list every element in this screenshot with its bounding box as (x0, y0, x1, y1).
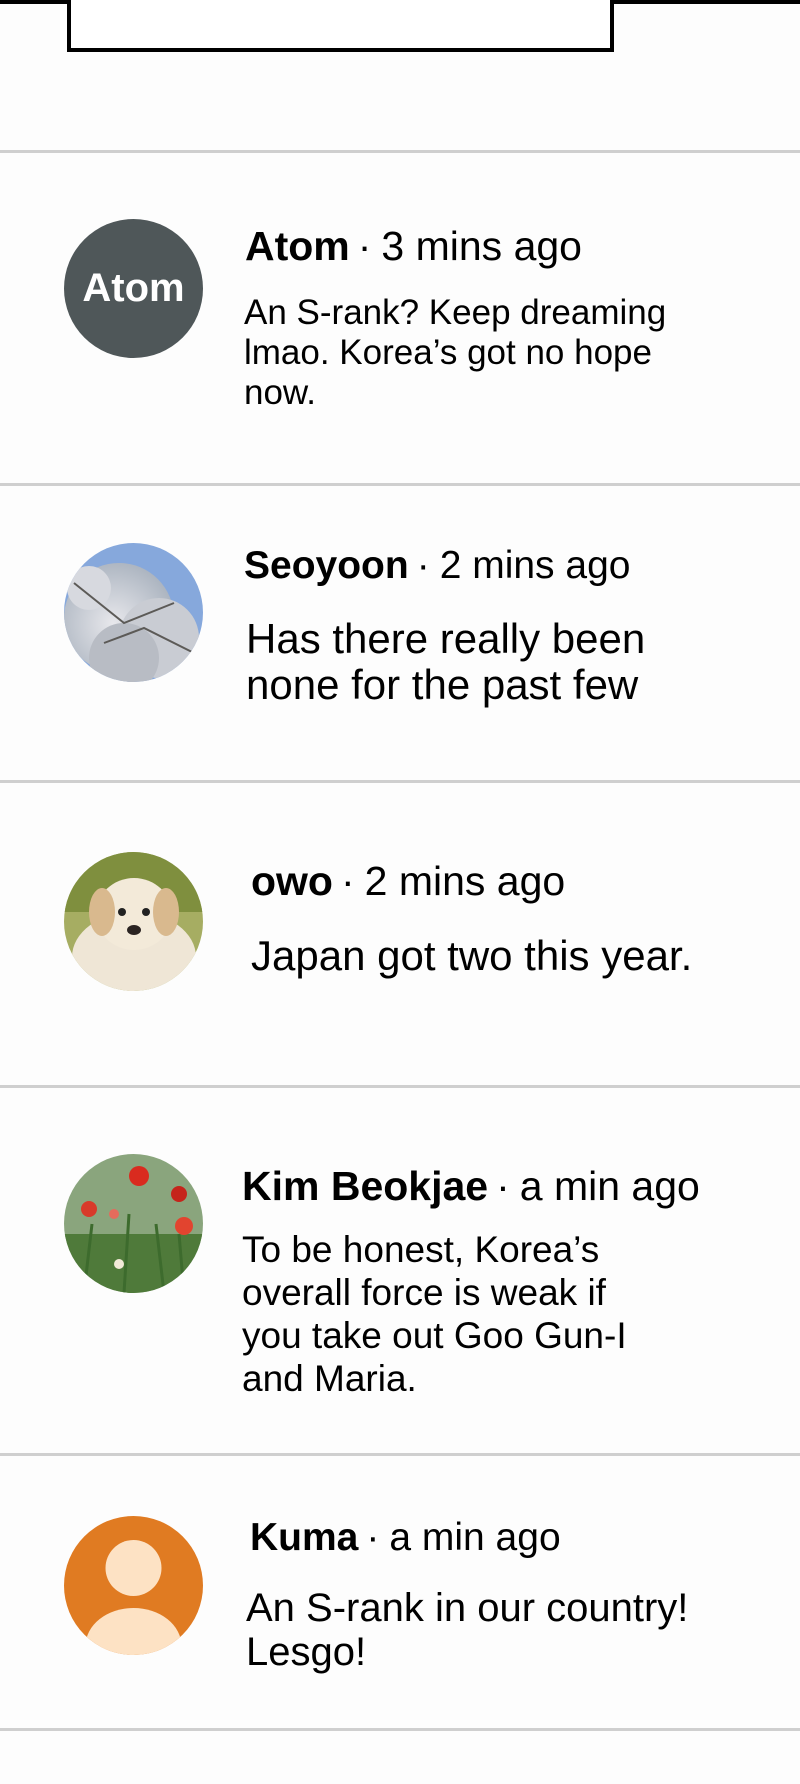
puppy-avatar[interactable] (64, 852, 203, 991)
comment-text: Has there really been none for the past … (246, 615, 646, 708)
panel-border-left (0, 0, 68, 4)
author-name[interactable]: Seoyoon (244, 544, 409, 587)
cherry-blossom-avatar[interactable] (64, 543, 203, 682)
comment-time: 3 mins ago (381, 223, 582, 269)
divider (0, 1728, 800, 1731)
red-flowers-photo-icon (64, 1154, 203, 1293)
comment-meta: Kuma · a min ago (250, 1516, 561, 1560)
cherry-blossom-photo-icon (64, 543, 203, 682)
meta-separator: · (366, 1516, 380, 1559)
comment-item: owo · 2 mins ago Japan got two this year. (0, 783, 800, 1085)
speech-panel-box (67, 0, 614, 52)
default-user-icon (85, 1540, 182, 1655)
comment-text: To be honest, Korea’s overall force is w… (242, 1229, 627, 1399)
comment-item: Atom Atom · 3 mins ago An S-rank? Keep dre… (0, 153, 800, 483)
comment-time: 2 mins ago (364, 858, 566, 904)
puppy-photo-icon (64, 852, 203, 991)
comment-meta: Atom · 3 mins ago (245, 223, 582, 270)
comment-text: An S-rank? Keep dreaming lmao. Korea’s g… (244, 293, 667, 412)
author-name[interactable]: owo (251, 858, 333, 904)
comment-time: 2 mins ago (439, 544, 631, 587)
top-panel-fragment (0, 0, 800, 60)
comment-meta: Seoyoon · 2 mins ago (244, 544, 630, 588)
meta-separator: · (416, 544, 430, 587)
comment-item: Kim Beokjae · a min ago To be honest, Kore… (0, 1088, 800, 1453)
comment-time: a min ago (519, 1163, 700, 1209)
comment-text: An S-rank in our country! Lesgo! (246, 1586, 689, 1674)
comment-meta: Kim Beokjae · a min ago (242, 1163, 700, 1210)
comment-text: Japan got two this year. (251, 932, 693, 979)
author-name[interactable]: Atom (245, 223, 350, 269)
comment-item: Kuma · a min ago An S-rank in our country!… (0, 1456, 800, 1728)
comment-item: Seoyoon · 2 mins ago Has there really been… (0, 486, 800, 780)
comment-meta: owo · 2 mins ago (251, 858, 565, 905)
panel-border-right (613, 0, 800, 4)
avatar[interactable]: Atom (64, 219, 203, 358)
comment-time: a min ago (389, 1516, 561, 1559)
meta-separator: · (340, 858, 355, 904)
author-name[interactable]: Kim Beokjae (242, 1163, 488, 1209)
meta-separator: · (357, 223, 372, 269)
flowers-avatar[interactable] (64, 1154, 203, 1293)
avatar[interactable] (64, 1516, 203, 1655)
author-name[interactable]: Kuma (250, 1516, 358, 1559)
meta-separator: · (496, 1163, 510, 1209)
